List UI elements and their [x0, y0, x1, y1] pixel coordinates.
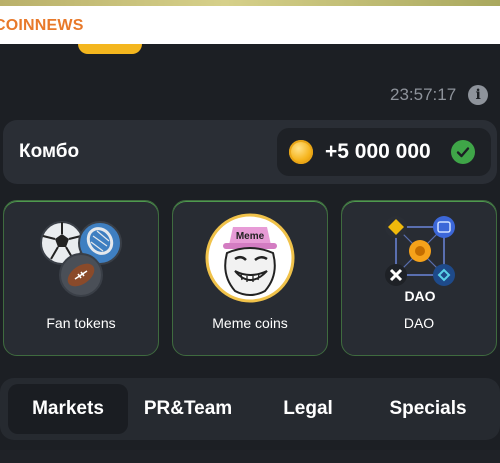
- combo-label: Комбо: [19, 141, 80, 162]
- combo-reward-amount: +5 000 000: [325, 140, 431, 163]
- tab-specials[interactable]: Specials: [368, 384, 488, 434]
- troll-face-meme-icon: Meme: [205, 213, 295, 303]
- category-label-dao: DAO: [403, 315, 435, 331]
- tab-pr-team[interactable]: PR&Team: [128, 384, 248, 434]
- category-label-meme-coins: Meme coins: [212, 315, 288, 331]
- sports-balls-icon: [40, 221, 122, 297]
- brand-logo-text[interactable]: COINNEWS: [0, 17, 84, 35]
- dao-icon-text: DAO: [404, 288, 435, 304]
- combo-reward-pill: +5 000 000: [277, 128, 491, 176]
- coin-icon: [289, 140, 313, 164]
- check-icon: [451, 140, 475, 164]
- tab-markets[interactable]: Markets: [8, 384, 128, 434]
- dao-network-icon: DAO: [385, 216, 455, 304]
- combo-card[interactable]: Комбо +5 000 000: [3, 120, 497, 184]
- section-tabs: Markets PR&Team Legal Specials: [0, 378, 500, 440]
- info-icon[interactable]: i: [468, 85, 489, 105]
- category-card-fan-tokens[interactable]: Fan tokens: [3, 200, 159, 356]
- brand-bar: COINNEWS: [0, 6, 500, 44]
- countdown-timer: 23:57:17: [390, 85, 457, 104]
- tab-legal[interactable]: Legal: [248, 384, 368, 434]
- category-card-dao[interactable]: DAO DAO: [341, 200, 497, 356]
- bottom-edge: [0, 450, 500, 463]
- meme-hat-text: Meme: [236, 231, 265, 242]
- category-card-meme-coins[interactable]: Meme Meme coins: [172, 200, 328, 356]
- coin-image-peek: [78, 44, 142, 54]
- combo-timer-row: 23:57:17 i: [390, 84, 489, 106]
- category-label-fan-tokens: Fan tokens: [46, 315, 116, 331]
